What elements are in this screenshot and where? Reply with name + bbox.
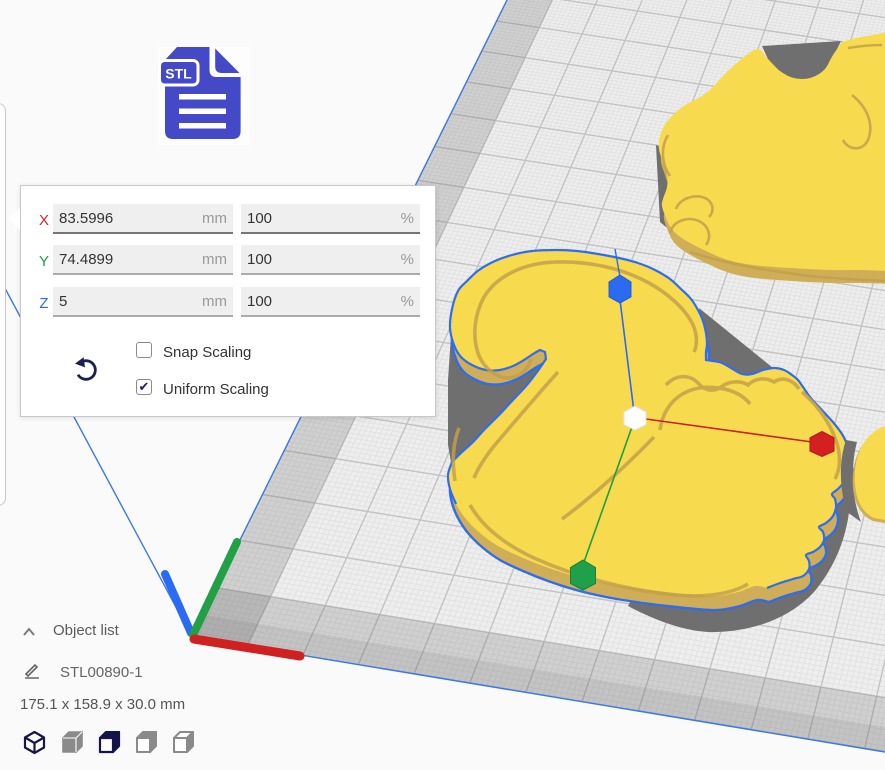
svg-text:STL: STL — [165, 66, 192, 82]
